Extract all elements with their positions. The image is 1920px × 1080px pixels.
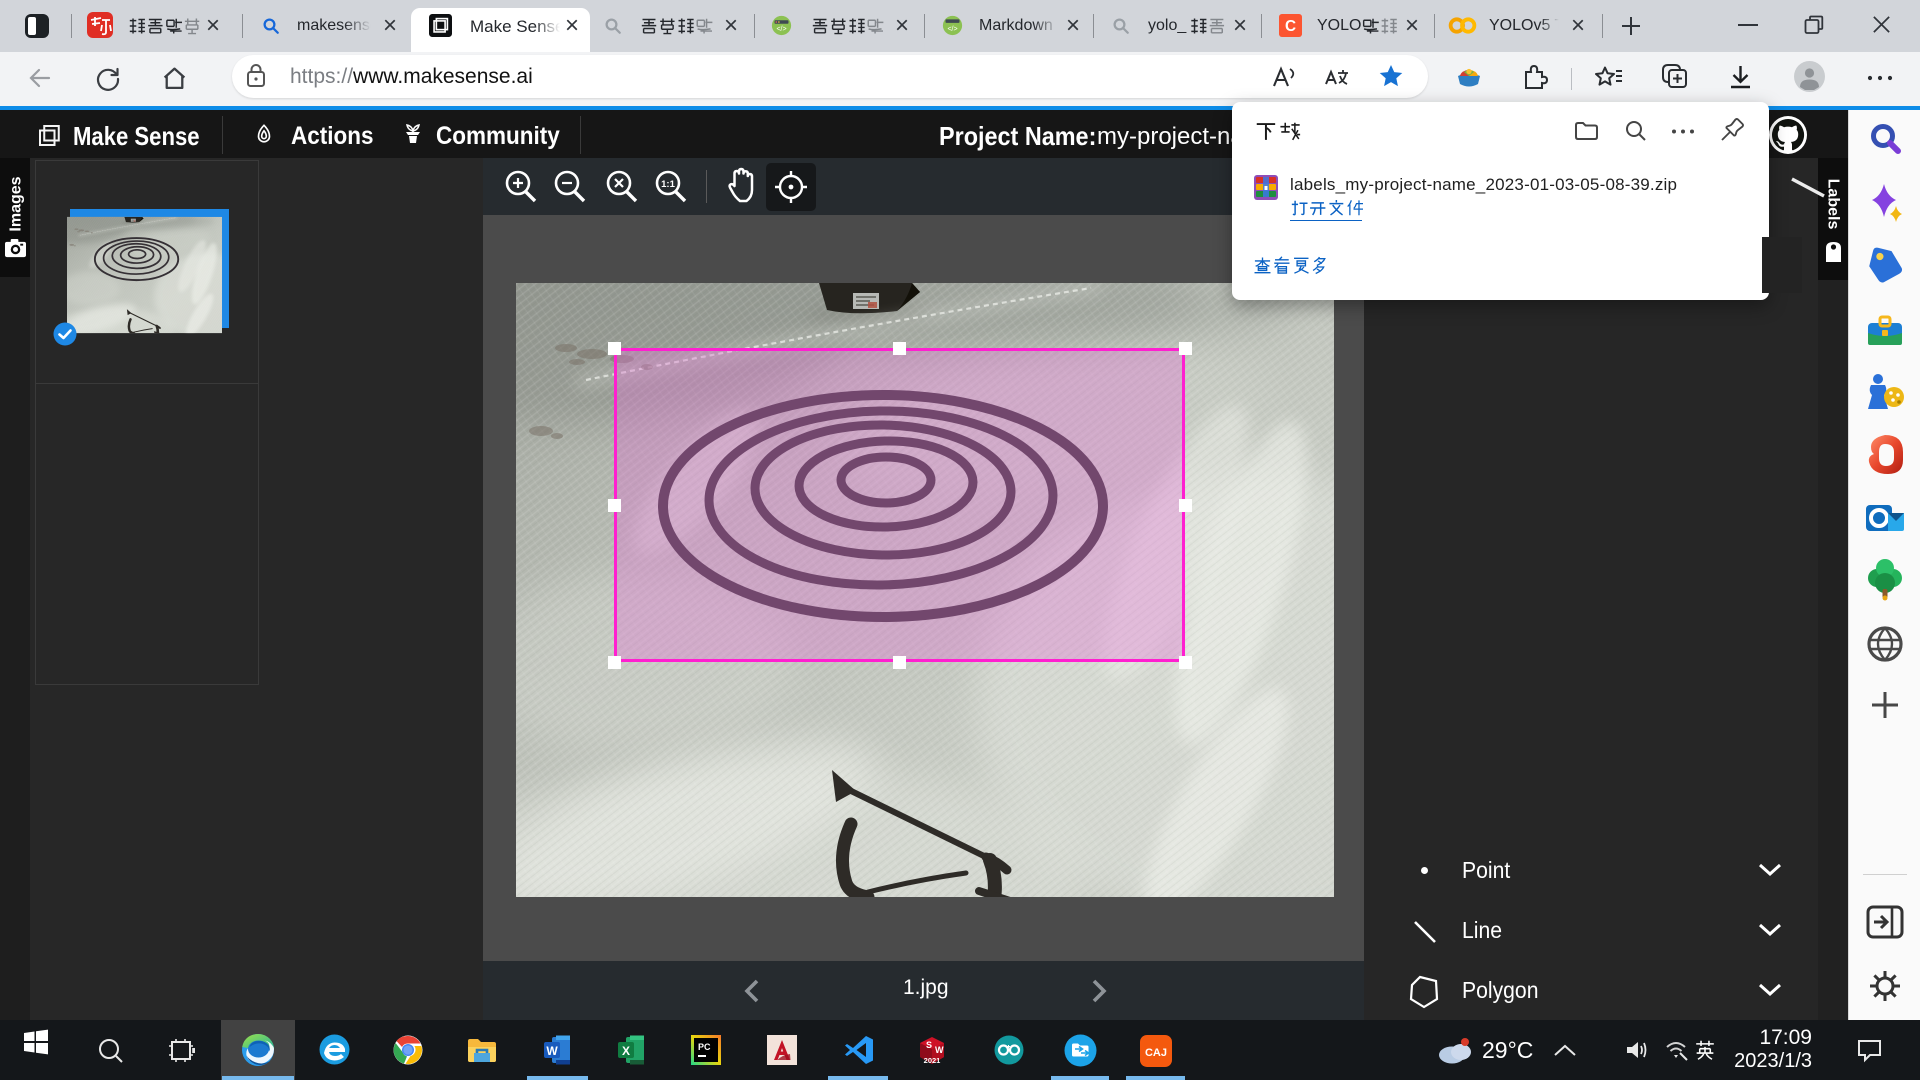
svg-text:PC: PC	[698, 1042, 711, 1052]
svg-text:2021: 2021	[924, 1056, 941, 1065]
svg-text:X: X	[622, 1044, 630, 1058]
svg-text:</>: </>	[947, 26, 957, 33]
svg-text:W: W	[546, 1044, 558, 1058]
svg-text:1:1: 1:1	[661, 179, 675, 190]
svg-text:Images: Images	[8, 176, 25, 231]
svg-text:</>: </>	[776, 26, 786, 33]
svg-text:S: S	[926, 1040, 932, 1050]
svg-text:C: C	[1285, 18, 1296, 35]
svg-text:CAJ: CAJ	[1145, 1047, 1167, 1059]
svg-text:W: W	[935, 1045, 944, 1055]
